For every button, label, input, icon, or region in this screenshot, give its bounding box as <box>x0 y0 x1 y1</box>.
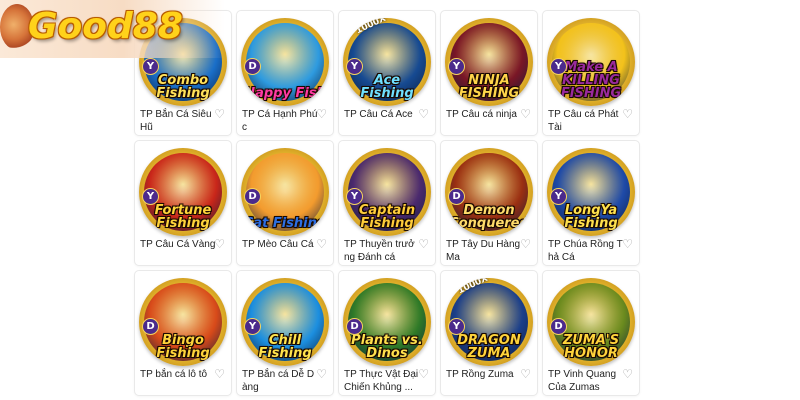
heart-icon[interactable]: ♡ <box>622 108 633 120</box>
game-card[interactable]: Demon Conquered D TP Tây Du Hàng Ma ♡ <box>440 140 538 266</box>
provider-badge: D <box>550 318 567 335</box>
game-logo-text: Fortune Fishing <box>154 203 212 231</box>
game-thumbnail[interactable]: Chill Fishing Y <box>241 278 329 366</box>
game-thumbnail[interactable]: 1000X Ace Fishing Y <box>343 18 431 106</box>
provider-badge: Y <box>346 188 363 205</box>
game-title[interactable]: TP Câu cá Phát Tài <box>548 108 624 134</box>
game-card[interactable]: Fortune Fishing Y TP Câu Cá Vàng ♡ <box>134 140 232 266</box>
game-thumbnail[interactable]: 1000X DRAGON ZUMA Y <box>445 278 533 366</box>
provider-badge: D <box>244 188 261 205</box>
game-logo-text: Cat Fishing <box>243 216 327 231</box>
game-thumbnail[interactable]: Bingo Fishing D <box>139 278 227 366</box>
game-title[interactable]: TP Chúa Rồng Thả Cá <box>548 238 624 264</box>
game-thumbnail[interactable]: ZUMA'S HONOR D <box>547 278 635 366</box>
heart-icon[interactable]: ♡ <box>520 108 531 120</box>
heart-icon[interactable]: ♡ <box>622 238 633 250</box>
game-logo-text: DRAGON ZUMA <box>457 333 521 361</box>
provider-badge: Y <box>244 318 261 335</box>
game-title[interactable]: TP Cá Hạnh Phúc <box>242 108 318 134</box>
provider-badge: Y <box>346 58 363 75</box>
heart-icon[interactable]: ♡ <box>418 238 429 250</box>
game-card[interactable]: LongYa Fishing Y TP Chúa Rồng Thả Cá ♡ <box>542 140 640 266</box>
heart-icon[interactable]: ♡ <box>214 238 225 250</box>
game-thumbnail[interactable]: Make A KILLING FISHING Y <box>547 18 635 106</box>
game-title[interactable]: TP Thực Vật Đại Chiến Khủng ... <box>344 368 420 394</box>
heart-icon[interactable]: ♡ <box>316 238 327 250</box>
game-card[interactable]: Happy Fish D TP Cá Hạnh Phúc ♡ <box>236 10 334 136</box>
provider-badge: Y <box>448 58 465 75</box>
game-thumbnail[interactable]: NINJA FISHING Y <box>445 18 533 106</box>
game-card[interactable]: Bingo Fishing D TP bắn cá lô tô ♡ <box>134 270 232 396</box>
game-thumbnail[interactable]: Fortune Fishing Y <box>139 148 227 236</box>
game-logo-text: Bingo Fishing <box>156 333 210 361</box>
game-card[interactable]: Make A KILLING FISHING Y TP Câu cá Phát Tà… <box>542 10 640 136</box>
heart-icon[interactable]: ♡ <box>316 368 327 380</box>
provider-badge: D <box>346 318 363 335</box>
heart-icon[interactable]: ♡ <box>622 368 633 380</box>
heart-icon[interactable]: ♡ <box>214 108 225 120</box>
game-card[interactable]: Captain Fishing Y TP Thuyền trưởng Đánh cá… <box>338 140 436 266</box>
game-title[interactable]: TP Vinh Quang Của Zumas <box>548 368 624 394</box>
heart-icon[interactable]: ♡ <box>520 238 531 250</box>
game-logo-text: Demon Conquered <box>449 203 529 231</box>
game-title[interactable]: TP Câu Cá Ace <box>344 108 420 121</box>
provider-badge: Y <box>550 58 567 75</box>
game-title[interactable]: TP Thuyền trưởng Đánh cá <box>344 238 420 264</box>
game-card[interactable]: 1000X Ace Fishing Y TP Câu Cá Ace ♡ <box>338 10 436 136</box>
game-thumbnail[interactable]: Plants vs. Dinos D <box>343 278 431 366</box>
game-logo-text: ZUMA'S HONOR <box>562 333 620 361</box>
brand-logo[interactable]: Good88 <box>0 0 225 58</box>
game-card[interactable]: Plants vs. Dinos D TP Thực Vật Đại Chiến K… <box>338 270 436 396</box>
game-title[interactable]: TP Rồng Zuma <box>446 368 522 381</box>
heart-icon[interactable]: ♡ <box>520 368 531 380</box>
heart-icon[interactable]: ♡ <box>214 368 225 380</box>
provider-badge: Y <box>142 58 159 75</box>
provider-badge: Y <box>142 188 159 205</box>
game-title[interactable]: TP Tây Du Hàng Ma <box>446 238 522 264</box>
game-logo-text: NINJA FISHING <box>458 73 520 101</box>
provider-badge: Y <box>550 188 567 205</box>
game-title[interactable]: TP Bắn cá Dễ Dàng <box>242 368 318 394</box>
game-title[interactable]: TP bắn cá lô tô <box>140 368 216 381</box>
heart-icon[interactable]: ♡ <box>418 108 429 120</box>
game-card[interactable]: 1000X DRAGON ZUMA Y TP Rồng Zuma ♡ <box>440 270 538 396</box>
game-card[interactable]: Cat Fishing D TP Mèo Câu Cá ♡ <box>236 140 334 266</box>
game-title[interactable]: TP Câu cá ninja <box>446 108 522 121</box>
game-logo-text: LongYa Fishing <box>564 203 618 231</box>
game-card[interactable]: ZUMA'S HONOR D TP Vinh Quang Của Zumas ♡ <box>542 270 640 396</box>
game-logo-text: Chill Fishing <box>258 333 312 361</box>
game-card[interactable]: Chill Fishing Y TP Bắn cá Dễ Dàng ♡ <box>236 270 334 396</box>
provider-badge: D <box>244 58 261 75</box>
game-card[interactable]: NINJA FISHING Y TP Câu cá ninja ♡ <box>440 10 538 136</box>
heart-icon[interactable]: ♡ <box>316 108 327 120</box>
game-thumbnail[interactable]: Captain Fishing Y <box>343 148 431 236</box>
game-title[interactable]: TP Mèo Câu Cá <box>242 238 318 251</box>
heart-icon[interactable]: ♡ <box>418 368 429 380</box>
provider-badge: D <box>142 318 159 335</box>
game-title[interactable]: TP Câu Cá Vàng <box>140 238 216 251</box>
game-title[interactable]: TP Bắn Cá Siêu Hũ <box>140 108 216 134</box>
game-grid: Combo Fishing Y TP Bắn Cá Siêu Hũ ♡ Happy Fi… <box>0 0 800 400</box>
game-logo-text: Happy Fish <box>244 86 326 101</box>
game-thumbnail[interactable]: Cat Fishing D <box>241 148 329 236</box>
game-thumbnail[interactable]: LongYa Fishing Y <box>547 148 635 236</box>
game-thumbnail[interactable]: Happy Fish D <box>241 18 329 106</box>
game-logo-text: Combo Fishing <box>156 73 210 101</box>
game-logo-text: Captain Fishing <box>358 203 416 231</box>
game-logo-text: Plants vs. Dinos <box>351 333 423 361</box>
game-thumbnail[interactable]: Demon Conquered D <box>445 148 533 236</box>
logo-text: Good88 <box>28 6 183 47</box>
provider-badge: D <box>448 188 465 205</box>
game-logo-text: Ace Fishing <box>360 73 414 101</box>
provider-badge: Y <box>448 318 465 335</box>
